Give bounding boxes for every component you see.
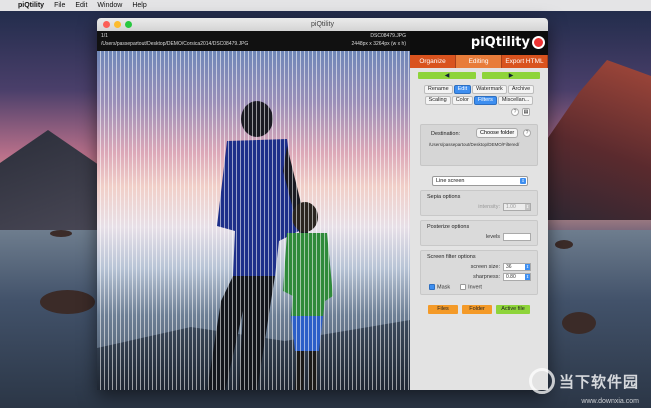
stepper-icon: ⇕ [525,264,530,270]
menu-window[interactable]: Window [97,2,122,9]
next-image-button[interactable]: ▶ [482,72,540,79]
image-info-bar: 1/1 /Users/passepartout/Desktop/DEMO/Cor… [97,31,410,51]
choose-folder-button[interactable]: Choose folder [476,128,519,138]
help-row: ? ▤ [410,108,548,116]
help-icon[interactable]: ? [511,108,519,116]
image-dimensions: 2448px x 3264px (w x h) [351,41,406,47]
invert-checkbox[interactable]: Invert [460,284,482,290]
subtab-color[interactable]: Color [451,96,473,105]
prev-image-button[interactable]: ◀ [418,72,476,79]
posterize-levels-label: levels [485,234,500,240]
brand-header: piQtility [410,31,548,55]
menu-help[interactable]: Help [132,2,146,9]
watermark-logo-icon [528,368,555,394]
title-bar[interactable]: piQtility [97,18,548,31]
subtab-miscellaneous[interactable]: Miscellan... [497,96,534,105]
site-watermark: 当下软件园 [528,368,639,394]
screen-size-row: screen size: 36 ⇕ [427,263,531,271]
line-screen-overlay [97,51,410,390]
subtab-filters[interactable]: Filters [473,96,497,105]
image-viewer: 1/1 /Users/passepartout/Desktop/DEMO/Cor… [97,31,410,390]
subtab-scaling[interactable]: Scaling [424,96,451,105]
sharpness-label: sharpness: [473,274,500,280]
screen-size-value: 36 [506,264,512,270]
watermark-text: 当下软件园 [558,373,639,391]
sepia-options: Sepia options intensity: 1.00 ⇕ [420,190,538,216]
invert-label: Invert [468,284,482,291]
image-count: 1/1 [101,33,108,39]
filter-select-value: Line screen [436,178,465,184]
filter-select[interactable]: Line screen ⇕ [432,176,528,186]
apply-folder-button[interactable]: Folder [462,305,492,315]
app-logo: piQtility [470,35,530,50]
subtab-edit[interactable]: Edit [453,85,472,94]
screen-size-field[interactable]: 36 ⇕ [503,263,531,271]
mask-checkbox[interactable]: Mask [429,284,450,290]
subtab-rename[interactable]: Rename [423,85,453,94]
sepia-intensity-row: intensity: 1.00 ⇕ [427,203,531,211]
apply-active-file-button[interactable]: Active file [496,305,530,315]
destination-box: Destination: Choose folder ? /Users/pass… [420,124,538,166]
apply-actions: Files Folder Active file [410,305,548,315]
sharpness-value: 0.80 [506,274,516,280]
sharpness-field[interactable]: 0.80 ⇕ [503,273,531,281]
tab-export-html[interactable]: Export HTML [502,55,548,68]
arrow-left-icon: ◀ [444,73,450,79]
sepia-title: Sepia options [427,194,461,200]
image-path: /Users/passepartout/Desktop/DEMO/Corsica… [101,41,249,47]
desktop-rock [562,312,596,334]
watermark-url: www.downxia.com [581,398,639,405]
control-panel: piQtility Organize Editing Export HTML ◀… [410,31,548,390]
menu-app-name[interactable]: piQtility [18,2,44,9]
screen-filter-title: Screen filter options [427,254,476,260]
preview-image[interactable] [97,51,410,390]
apply-files-button[interactable]: Files [428,305,458,315]
mask-label: Mask [437,284,451,291]
menu-file[interactable]: File [54,2,65,9]
destination-label: Destination: [431,131,461,137]
desktop-rock [50,230,72,237]
checkbox-checked-icon [429,284,435,290]
subtab-archive[interactable]: Archive [507,85,535,94]
logo-badge-icon [532,36,545,49]
posterize-levels-field[interactable] [503,233,531,241]
edit-subtabs-2: Scaling Color Filters Miscellan... [410,96,548,105]
sepia-intensity-value: 1.00 [506,204,516,210]
posterize-levels-row: levels [427,233,531,241]
sharpness-row: sharpness: 0.80 ⇕ [427,273,531,281]
posterize-title: Posterize options [427,224,470,230]
tab-editing[interactable]: Editing [456,55,502,68]
menu-edit[interactable]: Edit [75,2,87,9]
posterize-options: Posterize options levels [420,220,538,246]
edit-subtabs: Rename Edit Watermark Archive [410,85,548,94]
window-title: piQtility [311,21,334,28]
desktop-mountain-right [541,60,651,220]
chevron-updown-icon: ⇕ [520,178,526,184]
sepia-intensity-field[interactable]: 1.00 ⇕ [503,203,531,211]
desktop-rock [40,290,95,314]
stepper-icon: ⇕ [525,274,530,280]
screen-filter-options: Screen filter options screen size: 36 ⇕ … [420,250,538,296]
destination-help-icon[interactable]: ? [523,129,531,137]
tab-organize[interactable]: Organize [410,55,456,68]
image-filename: DSC08479.JPG [370,33,406,39]
menu-bar: piQtility File Edit Window Help [0,0,651,11]
sepia-intensity-label: intensity: [478,204,500,210]
stepper-icon: ⇕ [525,204,530,210]
arrow-right-icon: ▶ [508,73,514,79]
main-tabs: Organize Editing Export HTML [410,55,548,68]
screen-checkboxes: Mask Invert [427,284,531,290]
app-window: piQtility 1/1 /Users/passepartout/Deskto… [97,18,548,390]
destination-path: /Users/passepartout/Desktop/DEMO/Filtere… [429,142,520,147]
screen-size-label: screen size: [470,264,500,270]
nav-row: ◀ ▶ [410,68,548,79]
settings-icon[interactable]: ▤ [522,108,530,116]
desktop-rock [555,240,573,249]
checkbox-unchecked-icon [460,284,467,290]
subtab-watermark[interactable]: Watermark [472,85,507,94]
